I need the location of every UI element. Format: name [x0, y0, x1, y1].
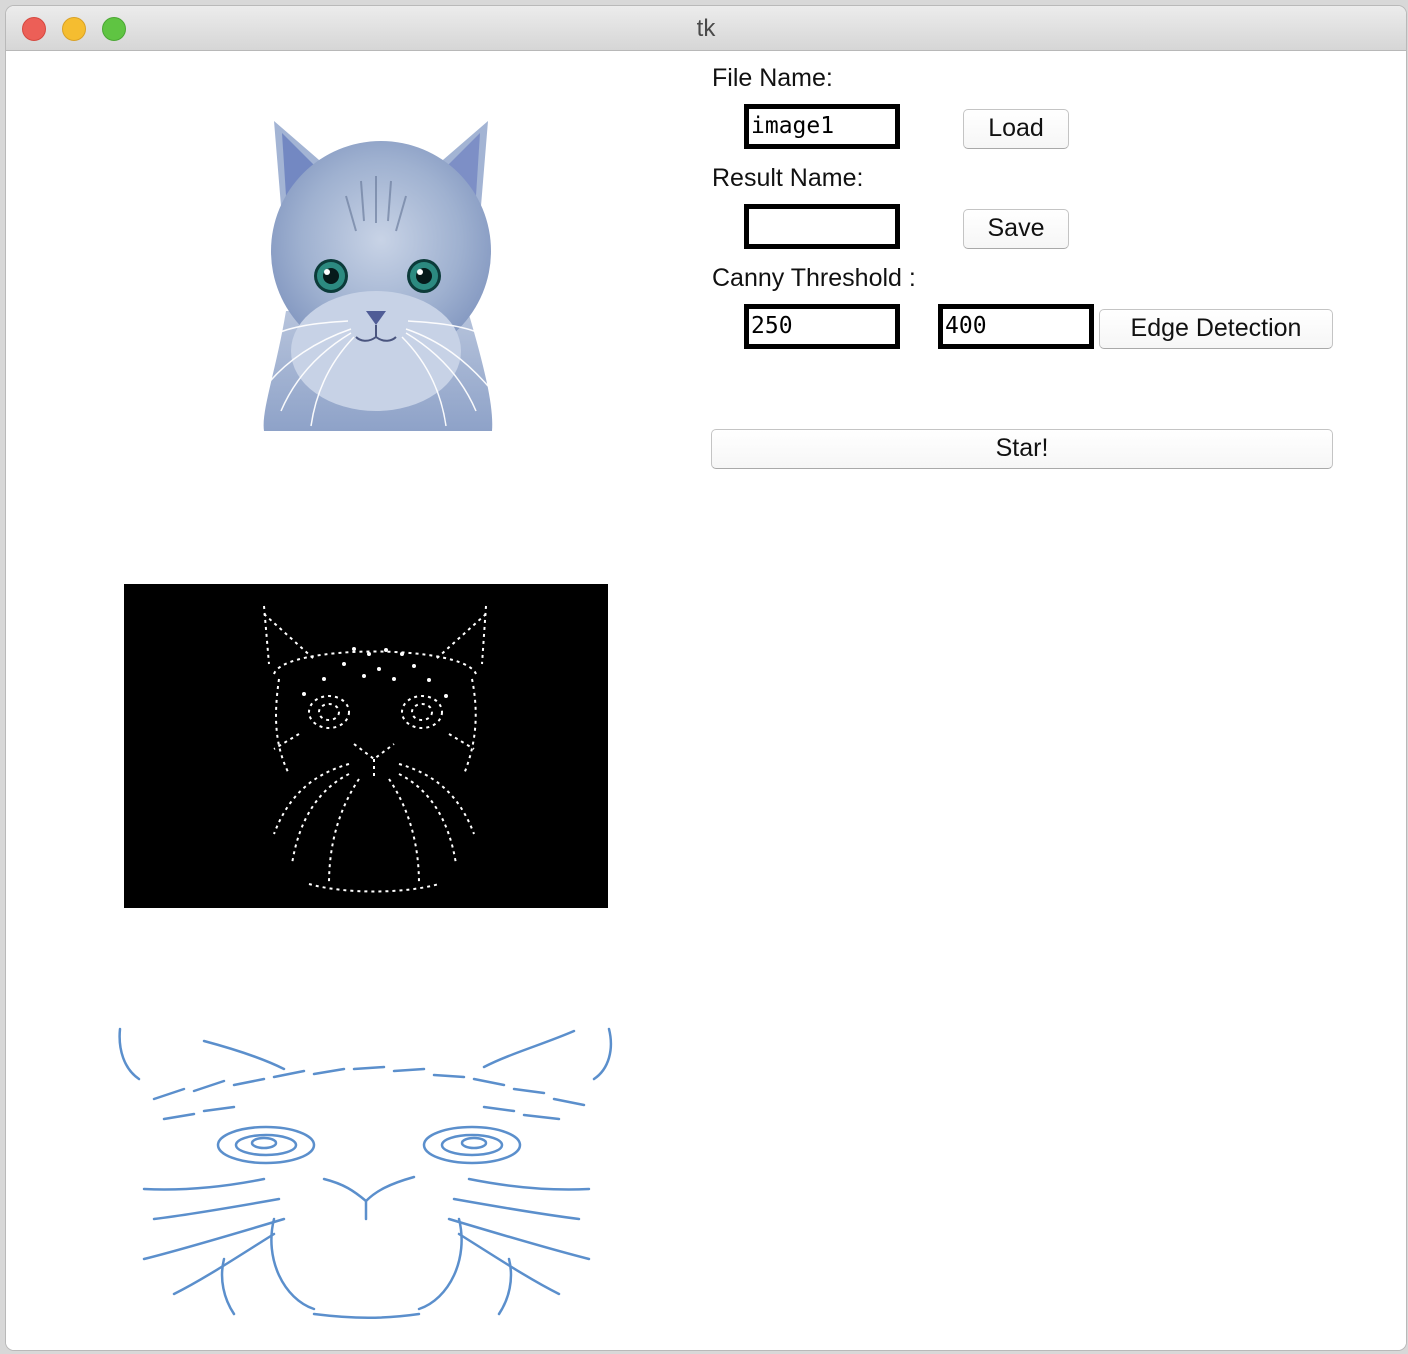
result-name-label: Result Name: — [712, 164, 864, 192]
canny-threshold-label: Canny Threshold : — [712, 264, 916, 292]
canny-edges-drawing — [263, 605, 487, 893]
result-image — [114, 1019, 618, 1319]
start-button[interactable]: Star! — [711, 429, 1333, 469]
canny-edge-image — [124, 584, 608, 908]
file-name-label: File Name: — [712, 64, 833, 92]
app-window: tk File Name: image1 Load Result Name: S… — [6, 6, 1406, 1350]
result-edges-drawing — [118, 1027, 613, 1319]
save-button[interactable]: Save — [963, 209, 1069, 249]
title-bar[interactable]: tk — [6, 6, 1406, 51]
edge-detection-button[interactable]: Edge Detection — [1099, 309, 1333, 349]
original-image — [256, 111, 496, 431]
threshold-high-input[interactable]: 400 — [938, 304, 1094, 349]
main-content: File Name: image1 Load Result Name: Save… — [6, 51, 1406, 1350]
load-button[interactable]: Load — [963, 109, 1069, 149]
cat-photo-drawing — [263, 121, 493, 431]
threshold-low-input[interactable]: 250 — [744, 304, 900, 349]
file-name-input[interactable]: image1 — [744, 104, 900, 149]
result-name-input[interactable] — [744, 204, 900, 249]
window-title: tk — [696, 15, 716, 42]
